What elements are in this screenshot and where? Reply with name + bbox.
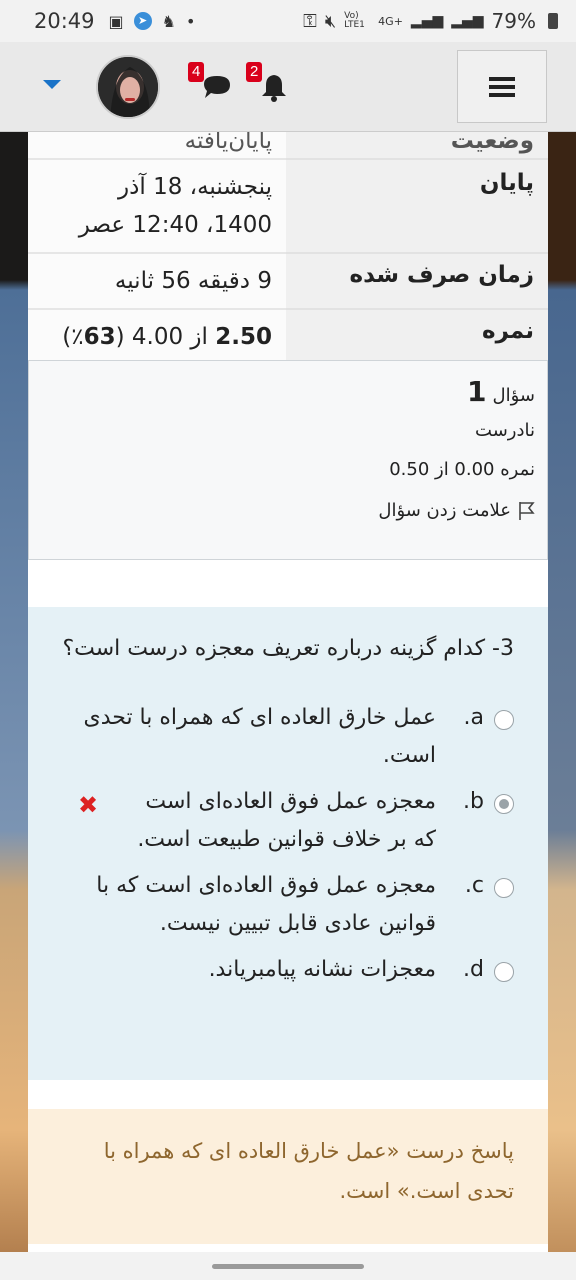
question-mark: نمره 0.00 از 0.50 bbox=[389, 459, 535, 480]
avatar[interactable] bbox=[96, 55, 160, 119]
grade-score: 2.50 bbox=[215, 324, 272, 350]
gallery-icon: ▣ bbox=[108, 11, 124, 31]
user-menu-caret-icon[interactable] bbox=[43, 80, 61, 89]
incorrect-icon: ✖ bbox=[78, 791, 99, 819]
option-text: معجزه عمل فوق العاده‌ای است که با قوانین… bbox=[96, 873, 436, 936]
question-content: 3- کدام گزینه درباره تعریف معجزه درست اس… bbox=[28, 607, 548, 1080]
app-icon: ♞ bbox=[161, 11, 176, 31]
option-text: عمل خارق العاده ای که همراه با تحدی است. bbox=[83, 705, 436, 768]
status-time: 20:49 bbox=[34, 9, 95, 33]
end-date: پنجشنبه، 18 آذر bbox=[118, 174, 272, 200]
answer-option-a[interactable]: a. عمل خارق العاده ای که همراه با تحدی ا… bbox=[58, 699, 514, 775]
question-number: سؤال1 bbox=[41, 375, 535, 408]
radio-d[interactable] bbox=[494, 962, 514, 982]
grade-value: 2.50 از 4.00 (63٪) bbox=[28, 309, 286, 366]
menu-icon bbox=[489, 76, 515, 97]
home-gesture-handle[interactable] bbox=[212, 1264, 364, 1269]
summary-row-grade: نمره 2.50 از 4.00 (63٪) bbox=[28, 309, 548, 366]
radio-a[interactable] bbox=[494, 710, 514, 730]
option-letter: b. bbox=[463, 789, 484, 814]
question-number-value: 1 bbox=[467, 375, 487, 408]
chat-icon bbox=[204, 76, 230, 98]
network-label: 4G+ bbox=[378, 14, 403, 28]
signal-icon-1: ▂▄▆ bbox=[410, 13, 444, 29]
hamburger-menu-button[interactable] bbox=[457, 50, 547, 123]
question-text: 3- کدام گزینه درباره تعریف معجزه درست اس… bbox=[62, 636, 514, 661]
notifications-badge: 2 bbox=[246, 62, 263, 82]
quiz-review-page: وضعیت پایان‌یافته پایان پنجشنبه، 18 آذر … bbox=[28, 132, 548, 1252]
correct-answer-feedback: پاسخ درست «عمل خارق العاده ای که همراه ب… bbox=[28, 1109, 548, 1244]
state-value: پایان‌یافته bbox=[28, 132, 286, 160]
end-time: 1400، 12:40 عصر bbox=[78, 212, 272, 238]
grade-out-of: از 4.00 ( bbox=[115, 324, 216, 350]
radio-b[interactable] bbox=[494, 794, 514, 814]
question-info-box: سؤال1 نادرست نمره 0.00 از 0.50 علامت زدن… bbox=[28, 360, 548, 560]
state-label: وضعیت bbox=[286, 132, 548, 160]
option-text: معجزه عمل فوق العاده‌ای است که بر خلاف ق… bbox=[137, 789, 436, 852]
notifications-button[interactable]: 2 bbox=[246, 62, 290, 104]
grade-label: نمره bbox=[286, 309, 548, 366]
messages-badge: 4 bbox=[188, 62, 205, 82]
battery-icon bbox=[548, 13, 558, 29]
option-text: معجزات نشانه پیامبریاند. bbox=[208, 957, 436, 982]
attempt-summary-table: وضعیت پایان‌یافته پایان پنجشنبه، 18 آذر … bbox=[28, 132, 548, 366]
option-letter: d. bbox=[463, 957, 484, 982]
answer-option-c[interactable]: c. معجزه عمل فوق العاده‌ای است که با قوا… bbox=[58, 867, 514, 943]
battery-percent: 79% bbox=[491, 9, 536, 33]
signal-icon-2: ▂▄▆ bbox=[451, 13, 484, 29]
status-bar: 20:49 ▣ ➤ ♞ • ⚿ 🔇︎ Vo) LTE1 4G+ ▂▄▆ ▂▄▆ … bbox=[0, 0, 576, 42]
mute-icon: 🔇︎ bbox=[324, 10, 337, 32]
gesture-navigation-bar bbox=[0, 1252, 576, 1280]
option-letter: c. bbox=[464, 873, 484, 898]
flag-icon bbox=[519, 501, 535, 520]
volte-label: Vo) LTE1 bbox=[344, 11, 365, 30]
summary-row-state: وضعیت پایان‌یافته bbox=[28, 132, 548, 160]
question-state: نادرست bbox=[475, 420, 535, 441]
flag-question-link[interactable]: علامت زدن سؤال bbox=[41, 500, 535, 521]
grade-percent-suffix: ٪) bbox=[62, 324, 84, 350]
question-label: سؤال bbox=[492, 385, 535, 406]
answer-option-b[interactable]: b. معجزه عمل فوق العاده‌ای است که بر خلا… bbox=[58, 783, 514, 859]
time-taken-value: 9 دقیقه 56 ثانیه bbox=[28, 253, 286, 310]
app-header: 4 2 bbox=[0, 42, 576, 132]
time-taken-label: زمان صرف شده bbox=[286, 253, 548, 310]
messages-button[interactable]: 4 bbox=[188, 62, 234, 104]
summary-row-end: پایان پنجشنبه، 18 آذر 1400، 12:40 عصر bbox=[28, 159, 548, 254]
key-icon: ⚿ bbox=[303, 10, 317, 32]
bell-icon bbox=[262, 75, 286, 102]
dot-icon: • bbox=[186, 11, 196, 31]
flag-question-label: علامت زدن سؤال bbox=[378, 500, 511, 521]
end-value: پنجشنبه، 18 آذر 1400، 12:40 عصر bbox=[28, 159, 286, 254]
radio-c[interactable] bbox=[494, 878, 514, 898]
option-letter: a. bbox=[463, 705, 484, 730]
answer-options: a. عمل خارق العاده ای که همراه با تحدی ا… bbox=[58, 699, 514, 989]
end-label: پایان bbox=[286, 159, 548, 254]
telegram-icon: ➤ bbox=[133, 12, 152, 30]
answer-option-d[interactable]: d. معجزات نشانه پیامبریاند. bbox=[58, 951, 514, 989]
summary-row-time-taken: زمان صرف شده 9 دقیقه 56 ثانیه bbox=[28, 253, 548, 310]
grade-percent: 63 bbox=[83, 324, 116, 350]
